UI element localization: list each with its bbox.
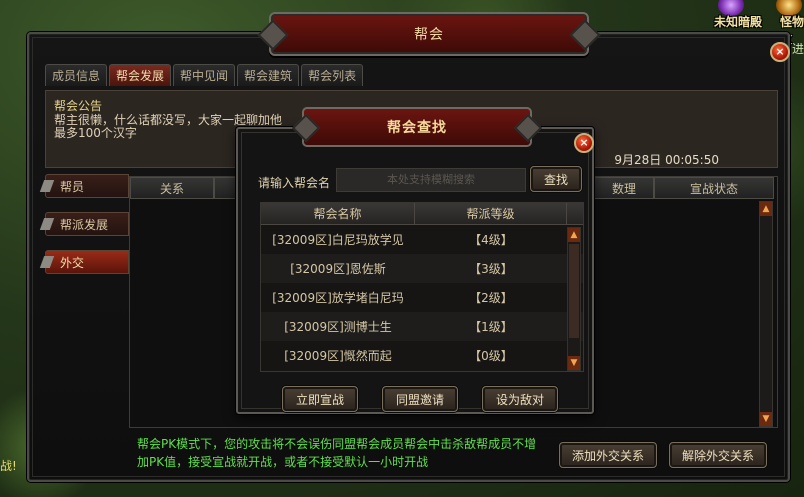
guild-level-cell: 【3级】 bbox=[469, 262, 513, 276]
guild-results-table: 帮会名称 帮派等级 [32009区]白尼玛放学见 【4级】 [32009区]恩佐… bbox=[260, 202, 584, 372]
guild-search-dialog: 帮会查找 × 请输入帮会名 本处支持模糊搜索 查找 帮会名称 帮派等级 [320… bbox=[236, 107, 594, 414]
side-item-marker-icon bbox=[39, 180, 55, 192]
table-row[interactable]: [32009区]白尼玛放学见 【4级】 bbox=[261, 225, 583, 254]
tab-guild-list[interactable]: 帮会列表 bbox=[301, 64, 364, 86]
guild-window-title-bar: 帮会 bbox=[269, 12, 589, 56]
guild-name-cell: [32009区]恩佐斯 bbox=[290, 262, 386, 276]
hud-label-unknown-hall[interactable]: 未知暗殿 bbox=[714, 13, 762, 30]
side-menu: 帮员 帮派发展 外交 bbox=[39, 174, 129, 288]
guild-level-cell: 【0级】 bbox=[469, 349, 513, 363]
search-dialog-title-bar: 帮会查找 bbox=[302, 107, 532, 147]
table-row[interactable]: [32009区]慨然而起 【0级】 bbox=[261, 341, 583, 370]
hud-edge-text: 进 bbox=[791, 42, 804, 56]
guild-name-cell: [32009区]测博士生 bbox=[284, 320, 392, 334]
column-war-status: 宣战状态 bbox=[654, 177, 774, 199]
table-row[interactable]: [32009区]放学堵白尼玛 【2级】 bbox=[261, 283, 583, 312]
side-item-marker-icon bbox=[39, 218, 55, 230]
search-button[interactable]: 查找 bbox=[530, 166, 582, 192]
column-guild-level: 帮派等级 bbox=[415, 203, 567, 224]
pk-mode-note: 帮会PK模式下，您的攻击将不会误伤同盟帮会成员帮会中击杀敌帮成员不增 加PK值，… bbox=[137, 435, 557, 471]
pk-note-line-2: 加PK值，接受宣战就开战，或者不接受默认一小时开战 bbox=[137, 455, 429, 469]
column-guild-name: 帮会名称 bbox=[261, 203, 415, 224]
column-relation: 关系 bbox=[130, 177, 214, 199]
remove-diplomacy-button[interactable]: 解除外交关系 bbox=[669, 442, 767, 468]
results-scrollbar[interactable]: ▲ ▼ bbox=[567, 227, 581, 371]
guild-tabs: 成员信息 帮会发展 帮中见闻 帮会建筑 帮会列表 bbox=[45, 64, 364, 86]
scroll-thumb[interactable] bbox=[569, 244, 579, 338]
tab-guild-buildings[interactable]: 帮会建筑 bbox=[237, 64, 300, 86]
results-header: 帮会名称 帮派等级 bbox=[261, 203, 583, 225]
side-item-development[interactable]: 帮派发展 bbox=[39, 212, 129, 236]
guild-name-cell: [32009区]慨然而起 bbox=[284, 349, 392, 363]
tab-member-info[interactable]: 成员信息 bbox=[45, 64, 108, 86]
side-item-members[interactable]: 帮员 bbox=[39, 174, 129, 198]
pk-note-line-1: 帮会PK模式下，您的攻击将不会误伤同盟帮会成员帮会中击杀敌帮成员不增 bbox=[137, 437, 537, 451]
guild-name-cell: [32009区]白尼玛放学见 bbox=[272, 233, 404, 247]
guild-level-cell: 【1级】 bbox=[469, 320, 513, 334]
guild-level-cell: 【4级】 bbox=[469, 233, 513, 247]
guild-window-close-button[interactable]: × bbox=[770, 42, 790, 62]
column-count: 数理 bbox=[594, 177, 654, 199]
scroll-up-icon[interactable]: ▲ bbox=[568, 228, 580, 242]
announcement-time: 9月28日 00:05:50 bbox=[614, 153, 719, 167]
side-item-diplomacy[interactable]: 外交 bbox=[39, 250, 129, 274]
guild-level-cell: 【2级】 bbox=[469, 291, 513, 305]
set-enemy-button[interactable]: 设为敌对 bbox=[482, 386, 558, 412]
hud-left-edge-text: 战! bbox=[0, 459, 17, 473]
side-item-label: 帮员 bbox=[60, 179, 85, 194]
side-item-marker-icon bbox=[39, 256, 55, 268]
guild-window-title: 帮会 bbox=[414, 27, 444, 43]
list-scrollbar[interactable]: ▲ ▼ bbox=[759, 201, 773, 427]
side-item-label: 帮派发展 bbox=[60, 217, 109, 232]
add-diplomacy-button[interactable]: 添加外交关系 bbox=[559, 442, 657, 468]
alliance-invite-button[interactable]: 同盟邀请 bbox=[382, 386, 458, 412]
side-item-label: 外交 bbox=[60, 255, 85, 270]
declare-war-button[interactable]: 立即宣战 bbox=[282, 386, 358, 412]
scroll-down-icon[interactable]: ▼ bbox=[568, 356, 580, 370]
tab-guild-development[interactable]: 帮会发展 bbox=[109, 64, 172, 86]
search-dialog-close-button[interactable]: × bbox=[574, 133, 594, 153]
scroll-up-icon[interactable]: ▲ bbox=[760, 202, 772, 216]
guild-search-input[interactable]: 本处支持模糊搜索 bbox=[336, 168, 526, 192]
table-row[interactable]: [32009区]测博士生 【1级】 bbox=[261, 312, 583, 341]
guild-name-cell: [32009区]放学堵白尼玛 bbox=[272, 291, 404, 305]
hud-corner: 未知暗殿 怪物攻 bbox=[704, 0, 804, 46]
search-input-label: 请输入帮会名 bbox=[258, 176, 331, 190]
tab-guild-news[interactable]: 帮中见闻 bbox=[173, 64, 236, 86]
search-dialog-title: 帮会查找 bbox=[387, 120, 447, 136]
table-row[interactable]: [32009区]恩佐斯 【3级】 bbox=[261, 254, 583, 283]
scroll-down-icon[interactable]: ▼ bbox=[760, 412, 772, 426]
